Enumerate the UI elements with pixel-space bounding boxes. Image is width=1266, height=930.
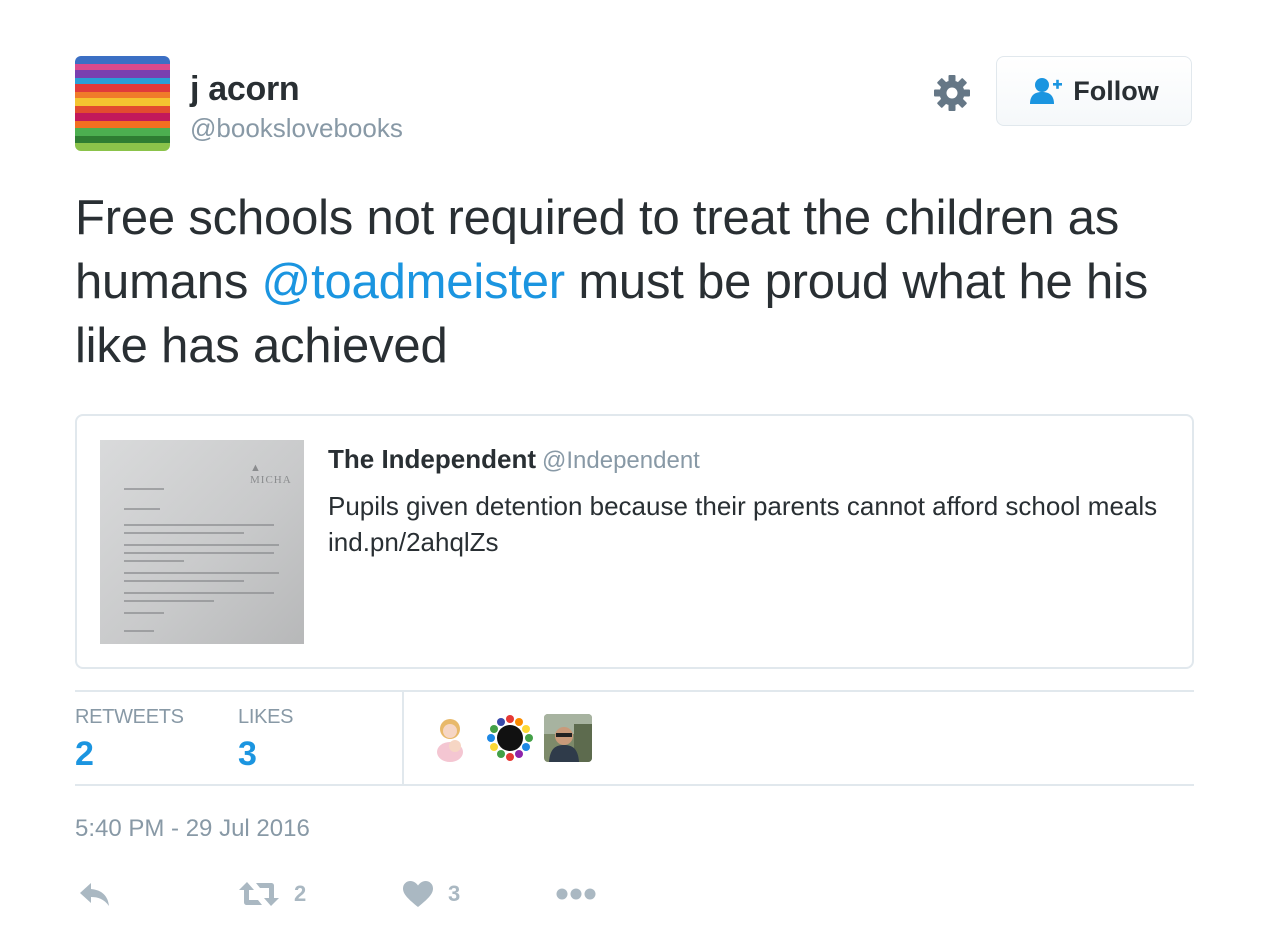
letterhead-logo: ▲ MICHA [250,462,292,486]
reply-button[interactable] [78,876,112,912]
like-button[interactable]: 3 [402,876,460,912]
retweets-label: RETWEETS [75,706,184,728]
stats-vertical-divider [402,692,404,784]
quoted-tweet-handle: @Independent [542,447,700,474]
quoted-tweet-text: Pupils given detention because their par… [328,491,1158,557]
likes-label: LIKES [238,706,294,728]
stats-bottom-divider [75,784,1194,786]
add-user-icon [1030,78,1063,104]
stats-top-divider [75,690,1194,692]
retweet-button[interactable]: 2 [238,876,306,912]
tweet-timestamp[interactable]: 5:40 PM - 29 Jul 2016 [75,815,310,843]
retweet-icon [239,882,279,906]
follow-button[interactable]: Follow [996,56,1192,126]
likes-value: 3 [238,735,257,773]
liker-avatar[interactable] [544,714,592,762]
avatar-image [75,56,170,151]
like-count: 3 [448,881,461,906]
likes-stat[interactable]: LIKES 3 [238,706,294,774]
liker-avatar[interactable] [486,714,534,762]
follow-label: Follow [1073,75,1159,106]
reply-icon [80,883,109,906]
user-avatar[interactable] [75,56,170,151]
retweet-count: 2 [294,881,307,906]
quoted-tweet-image[interactable]: ▲ MICHA [100,440,304,644]
more-button[interactable] [556,876,598,912]
quoted-tweet-author[interactable]: The Independent @Independent [328,444,700,475]
gear-icon[interactable] [932,73,972,113]
retweets-stat[interactable]: RETWEETS 2 [75,706,184,774]
user-handle[interactable]: @bookslovebooks [190,113,403,144]
retweets-value: 2 [75,735,94,773]
liker-avatar[interactable] [428,714,476,762]
heart-icon [403,881,433,907]
quoted-tweet-name: The Independent [328,444,536,474]
tweet-text: Free schools not required to treat the c… [75,186,1205,378]
user-display-name[interactable]: j acorn [190,70,300,109]
more-dots-icon [556,888,596,900]
tweet-mention-link[interactable]: @toadmeister [262,255,566,309]
